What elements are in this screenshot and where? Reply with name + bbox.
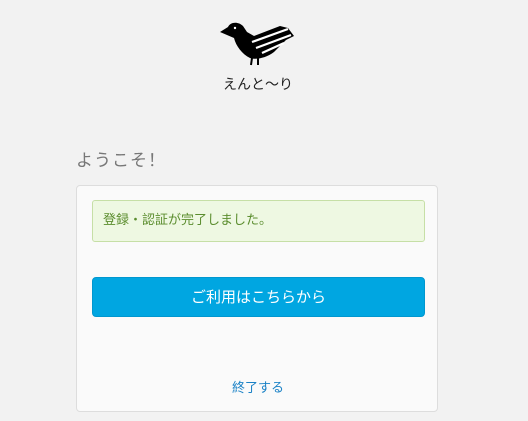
continue-button[interactable]: ご利用はこちらから [92, 277, 425, 317]
page: えんと〜り ようこそ！ 登録・認証が完了しました。 ご利用はこちらから 終了する [0, 0, 528, 421]
bird-logo-icon [220, 22, 294, 66]
page-title: ようこそ！ [76, 151, 166, 171]
exit-link[interactable]: 終了する [77, 377, 439, 396]
brand-name: えんと〜り [223, 77, 293, 93]
success-alert: 登録・認証が完了しました。 [92, 200, 425, 242]
login-complete-card: 登録・認証が完了しました。 ご利用はこちらから 終了する [76, 185, 438, 412]
